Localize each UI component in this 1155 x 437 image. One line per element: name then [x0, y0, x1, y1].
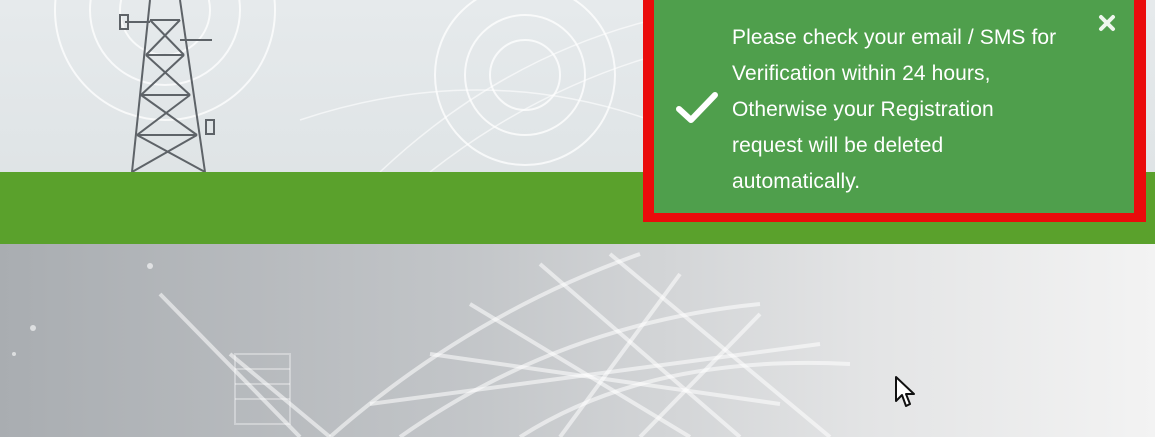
toast-message: Please check your email / SMS for Verifi… — [732, 26, 1057, 193]
checkmark-icon — [676, 92, 718, 123]
hero-banner-bottom — [0, 244, 1155, 437]
mouse-cursor-icon — [895, 376, 915, 407]
verification-toast: Please check your email / SMS for Verifi… — [654, 0, 1134, 213]
registration-page: Please check your email / SMS for Verifi… — [0, 0, 1155, 437]
dish-background-image — [12, 252, 851, 437]
close-icon[interactable] — [1096, 12, 1118, 34]
